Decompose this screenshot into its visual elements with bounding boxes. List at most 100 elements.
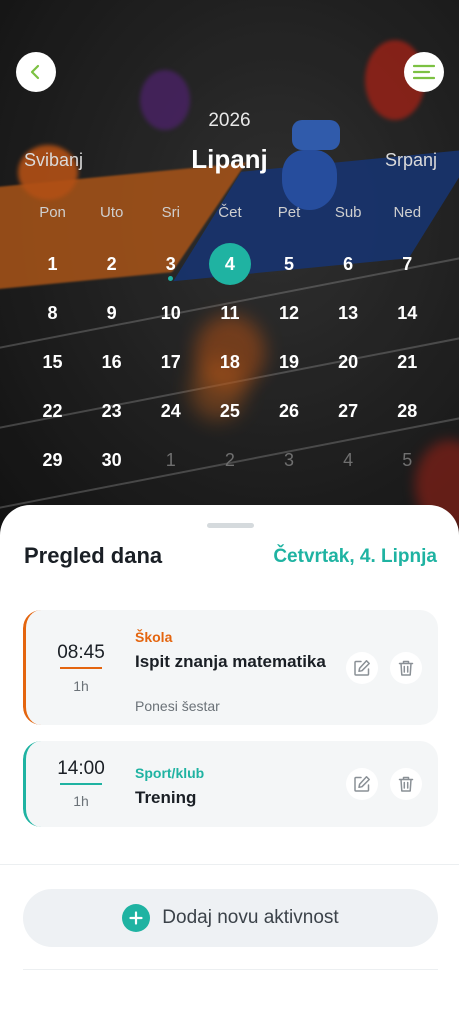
day-number: 7: [402, 254, 413, 274]
activity-card[interactable]: 08:45 1h Škola Ispit znanja matematika P…: [23, 610, 438, 725]
calendar-week: 8 9 10 11 12 13 14: [23, 292, 437, 341]
sheet-drag-handle[interactable]: [207, 523, 254, 528]
calendar-day[interactable]: 20: [319, 341, 378, 390]
calendar-day[interactable]: 16: [82, 341, 141, 390]
calendar-day[interactable]: 1: [141, 439, 200, 488]
day-number: 9: [106, 303, 117, 323]
activity-time: 08:45: [57, 642, 105, 663]
menu-icon: [413, 64, 435, 80]
calendar-day[interactable]: 24: [141, 390, 200, 439]
calendar-day[interactable]: 2: [82, 243, 141, 292]
calendar-day[interactable]: 11: [200, 292, 259, 341]
weekday-label: Ned: [393, 204, 422, 221]
calendar-day[interactable]: 3: [260, 439, 319, 488]
day-number: 29: [42, 450, 63, 470]
section-divider: [23, 969, 438, 970]
calendar-grid: 1 2 3 4 5 6 7 8 9 10 11 12 13 14 15 16 17 18 19 20 21 22 23 24 2…: [23, 243, 437, 488]
day-number: 8: [47, 303, 58, 323]
day-number: 25: [219, 401, 240, 421]
day-number: 13: [338, 303, 359, 323]
delete-button[interactable]: [390, 652, 422, 684]
calendar-day[interactable]: 5: [260, 243, 319, 292]
activity-card[interactable]: 14:00 1h Sport/klub Trening: [23, 741, 438, 827]
calendar-day[interactable]: 22: [23, 390, 82, 439]
next-month-button[interactable]: Srpanj: [385, 150, 437, 171]
calendar-day-selected[interactable]: 4: [200, 243, 259, 292]
calendar-day[interactable]: 30: [82, 439, 141, 488]
day-number: 27: [338, 401, 359, 421]
calendar-day[interactable]: 8: [23, 292, 82, 341]
add-activity-button[interactable]: Dodaj novu aktivnost: [23, 889, 438, 947]
weekday-header: Pon Uto Sri Čet Pet Sub Ned: [23, 204, 437, 221]
calendar-day[interactable]: 3: [141, 243, 200, 292]
calendar-day[interactable]: 18: [200, 341, 259, 390]
day-number: 16: [101, 352, 122, 372]
selected-date: Četvrtak, 4. Lipnja: [273, 546, 437, 567]
calendar-day[interactable]: 2: [200, 439, 259, 488]
activity-category: Sport/klub: [135, 765, 205, 781]
day-number: 15: [42, 352, 63, 372]
day-number: 4: [343, 450, 354, 470]
day-number: 24: [160, 401, 181, 421]
calendar-day[interactable]: 13: [319, 292, 378, 341]
menu-button[interactable]: [404, 52, 444, 92]
calendar-day[interactable]: 26: [260, 390, 319, 439]
calendar-day[interactable]: 27: [319, 390, 378, 439]
category-accent-bar: [23, 741, 45, 827]
calendar-header: 2026 Svibanj Lipanj Srpanj Pon Uto Sri Č…: [0, 0, 459, 540]
trash-icon: [398, 776, 414, 792]
calendar-day[interactable]: 15: [23, 341, 82, 390]
calendar-day[interactable]: 14: [378, 292, 437, 341]
day-number: 2: [106, 254, 117, 274]
calendar-day[interactable]: 19: [260, 341, 319, 390]
day-number: 12: [279, 303, 300, 323]
calendar-day[interactable]: 9: [82, 292, 141, 341]
day-number: 23: [101, 401, 122, 421]
calendar-week: 22 23 24 25 26 27 28: [23, 390, 437, 439]
weekday-label: Sri: [161, 204, 180, 221]
day-number: 3: [165, 254, 176, 274]
day-number: 1: [165, 450, 176, 470]
calendar-day[interactable]: 29: [23, 439, 82, 488]
activity-time: 14:00: [57, 758, 105, 779]
day-number: 22: [42, 401, 63, 421]
edit-icon: [354, 776, 370, 792]
calendar-day[interactable]: 17: [141, 341, 200, 390]
day-number: 10: [160, 303, 181, 323]
day-number: 18: [219, 352, 240, 372]
day-number: 28: [397, 401, 418, 421]
day-number: 5: [402, 450, 413, 470]
calendar-week: 1 2 3 4 5 6 7: [23, 243, 437, 292]
plus-icon: [122, 904, 151, 932]
sheet-title: Pregled dana: [24, 543, 163, 568]
day-number: 4: [208, 243, 251, 285]
time-underline: [60, 667, 102, 669]
day-number: 3: [284, 450, 295, 470]
year-label: 2026: [208, 110, 251, 131]
calendar-day[interactable]: 12: [260, 292, 319, 341]
calendar-day[interactable]: 28: [378, 390, 437, 439]
month-switcher: Svibanj Lipanj Srpanj: [0, 142, 459, 178]
calendar-day[interactable]: 1: [23, 243, 82, 292]
activity-note: Ponesi šestar: [135, 698, 220, 714]
day-number: 11: [220, 303, 240, 323]
section-divider: [0, 864, 459, 865]
day-number: 5: [284, 254, 295, 274]
calendar-day[interactable]: 6: [319, 243, 378, 292]
calendar-day[interactable]: 5: [378, 439, 437, 488]
edit-button[interactable]: [346, 652, 378, 684]
calendar-day[interactable]: 21: [378, 341, 437, 390]
weekday-label: Pon: [39, 204, 66, 221]
chevron-left-icon: [30, 64, 40, 80]
edit-button[interactable]: [346, 768, 378, 800]
calendar-day[interactable]: 10: [141, 292, 200, 341]
trash-icon: [398, 660, 414, 676]
category-accent-bar: [23, 610, 45, 725]
back-button[interactable]: [16, 52, 56, 92]
delete-button[interactable]: [390, 768, 422, 800]
calendar-day[interactable]: 7: [378, 243, 437, 292]
calendar-day[interactable]: 25: [200, 390, 259, 439]
calendar-day[interactable]: 23: [82, 390, 141, 439]
calendar-day[interactable]: 4: [319, 439, 378, 488]
activity-duration: 1h: [73, 793, 89, 809]
